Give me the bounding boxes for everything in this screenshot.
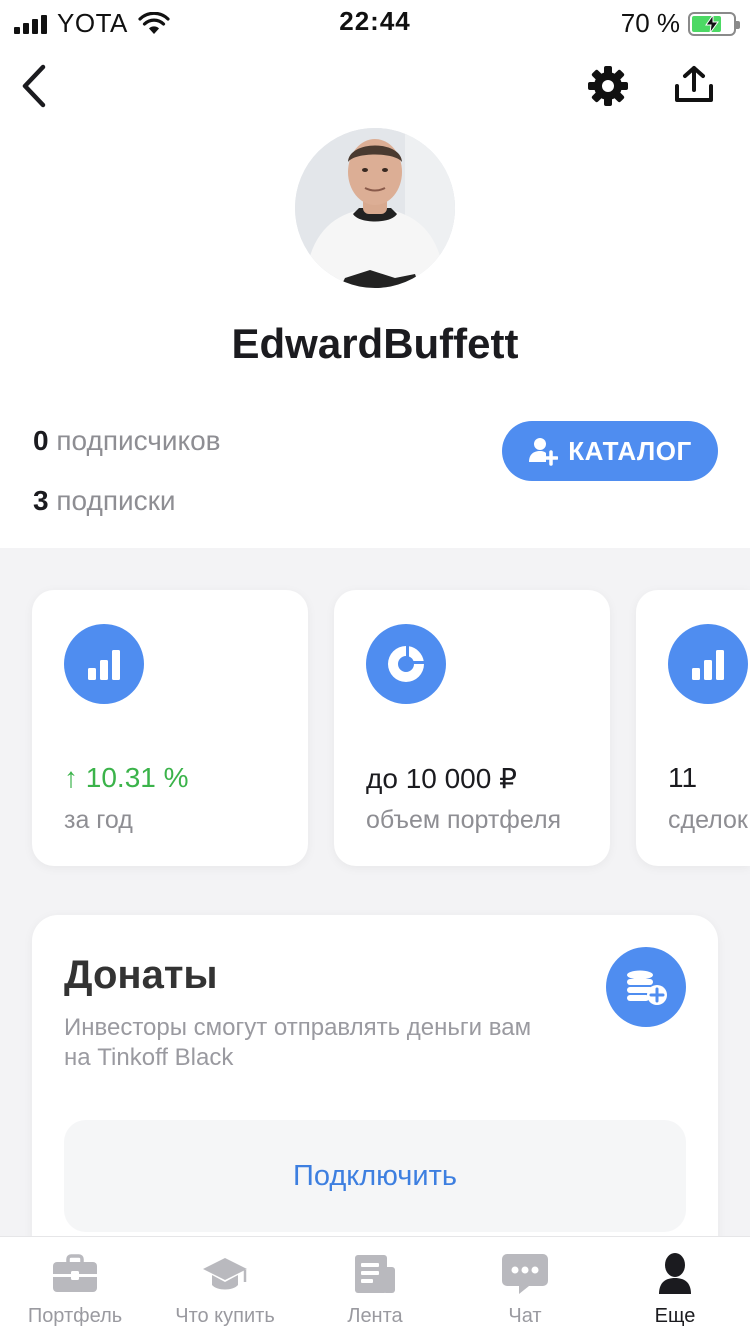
tab-what-to-buy-label: Что купить [175, 1305, 275, 1327]
battery-icon [688, 11, 740, 36]
tab-more-label: Еще [654, 1305, 696, 1327]
tab-more[interactable]: Еще [600, 1237, 750, 1334]
subscriptions-count: 3 [33, 485, 49, 516]
status-bar: YOTA 22:44 70 % [0, 0, 750, 44]
trades-value: 11 [668, 762, 698, 793]
tab-what-to-buy[interactable]: Что купить [150, 1237, 300, 1334]
portfolio-size-value: до 10 000 ₽ [366, 763, 517, 794]
followers-label: подписчиков [56, 425, 221, 456]
trades-label: сделок [668, 806, 748, 834]
navigation-bar [0, 44, 750, 128]
share-upload-icon [675, 66, 713, 102]
donations-description: Инвесторы смогут отправлять деньги вам н… [64, 1014, 532, 1071]
stat-card-trades[interactable]: 11 сделок [636, 590, 750, 866]
news-feed-icon [350, 1251, 400, 1297]
profile-header: EdwardBuffett 0 подписчиков 3 подписки К… [0, 128, 750, 548]
chevron-left-icon [22, 64, 46, 108]
tab-portfolio[interactable]: Портфель [0, 1237, 150, 1334]
subscriptions-label: подписки [56, 485, 176, 516]
chat-icon [500, 1251, 550, 1297]
tab-chat-label: Чат [508, 1305, 542, 1327]
gear-icon [588, 66, 628, 106]
stat-card-portfolio-size[interactable]: до 10 000 ₽ объем портфеля [334, 590, 610, 866]
tab-chat[interactable]: Чат [450, 1237, 600, 1334]
tab-feed[interactable]: Лента [300, 1237, 450, 1334]
connect-button[interactable]: Подключить [64, 1120, 686, 1232]
user-icon [650, 1251, 700, 1297]
yearly-return-label: за год [64, 806, 133, 834]
battery-percent: 70 % [620, 8, 680, 38]
settings-button[interactable] [580, 58, 636, 114]
avatar[interactable] [295, 128, 455, 288]
bar-chart-icon [668, 624, 748, 704]
catalog-label: КАТАЛОГ [568, 435, 692, 466]
briefcase-icon [50, 1251, 100, 1297]
followers-count: 0 [33, 425, 49, 456]
catalog-button[interactable]: КАТАЛОГ [502, 421, 718, 481]
donations-card: Донаты Инвесторы смогут отправлять деньг… [32, 915, 718, 1275]
subscriptions-counter[interactable]: 3 подписки [33, 485, 176, 517]
graduation-cap-icon [200, 1251, 250, 1297]
tab-bar: Портфель Что купить Лента Чат Еще [0, 1236, 750, 1334]
portfolio-size-label: объем портфеля [366, 806, 562, 834]
bar-chart-icon [64, 624, 144, 704]
tab-portfolio-label: Портфель [27, 1305, 123, 1327]
add-user-icon [529, 438, 559, 466]
followers-counter[interactable]: 0 подписчиков [33, 425, 221, 457]
tab-feed-label: Лента [347, 1305, 403, 1327]
username: EdwardBuffett [231, 320, 519, 367]
stat-card-yearly-return[interactable]: ↑ 10.31 % за год [32, 590, 308, 866]
donations-title: Донаты [64, 953, 218, 997]
share-button[interactable] [666, 58, 722, 114]
coins-plus-icon [606, 947, 686, 1027]
donut-chart-icon [366, 624, 446, 704]
back-button[interactable] [6, 58, 62, 114]
yearly-return-value: ↑ 10.31 % [64, 762, 189, 793]
